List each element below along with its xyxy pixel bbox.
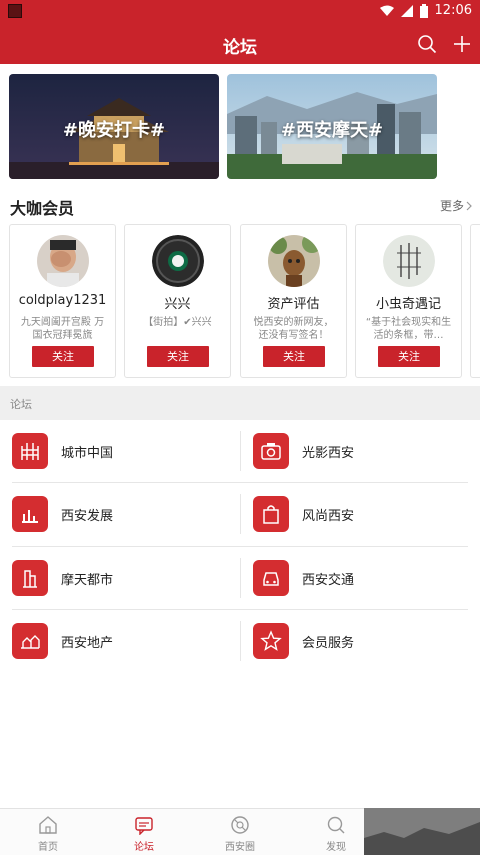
- avatar: [383, 235, 435, 287]
- more-label: 更多: [439, 199, 464, 213]
- building-icon: [12, 623, 48, 659]
- chart-icon: [12, 496, 48, 532]
- follow-button[interactable]: 关注: [32, 346, 94, 367]
- forum-icon: [135, 817, 153, 835]
- avatar: [37, 235, 89, 287]
- status-bar: 12:06: [0, 0, 480, 24]
- member-card[interactable]: 兴兴 【街拍】✔兴兴 关注: [124, 224, 231, 378]
- forum-item-xian-real-estate[interactable]: 西安地产: [0, 610, 230, 672]
- forum-item-label: 城市中国: [61, 445, 114, 461]
- vip-members-section: 大咖会员 更多 coldplay1231 九天阊阖开宫殿 万国衣冠拜冕旒 关注: [0, 188, 480, 386]
- forum-item-label: 西安发展: [61, 508, 114, 524]
- home-icon: [39, 816, 57, 834]
- nav-label: 西安圈: [225, 842, 255, 853]
- banner-goodnight[interactable]: #晚安打卡#: [9, 74, 219, 179]
- member-name: 小虫奇遇记: [375, 297, 441, 312]
- groot-avatar: [268, 235, 320, 287]
- city-icon: [12, 433, 48, 469]
- nav-forum[interactable]: 论坛: [96, 809, 192, 855]
- banner-text: #西安摩天#: [280, 120, 384, 141]
- member-card[interactable]: 小虫奇遇记 “基于社会现实和生活的条框，带… 关注: [355, 224, 462, 378]
- member-name: 资产评估: [267, 297, 320, 312]
- member-desc: 悦西安的新网友，还没有写签名！: [253, 317, 334, 341]
- plus-icon: [454, 36, 470, 52]
- forum-section-label: 论坛: [10, 398, 32, 411]
- member-card[interactable]: coldplay1231 九天阊阖开宫殿 万国衣冠拜冕旒 关注: [9, 224, 116, 378]
- car-icon: [253, 560, 289, 596]
- forum-item-label: 西安交通: [302, 572, 355, 588]
- app-notification-icon: [8, 4, 22, 18]
- member-name: 兴兴: [164, 297, 191, 312]
- follow-button[interactable]: 关注: [378, 346, 440, 367]
- camera-icon: [253, 433, 289, 469]
- member-desc: 九天阊阖开宫殿 万国衣冠拜冕旒: [20, 317, 105, 341]
- search-icon: [418, 35, 437, 54]
- forum-item-label: 会员服务: [302, 635, 355, 651]
- nav-xian-circle[interactable]: 西安圈: [192, 809, 288, 855]
- banner-skyscraper[interactable]: #西安摩天#: [227, 74, 437, 179]
- status-icons: 12:06: [379, 3, 472, 18]
- circle-icon: [231, 816, 249, 834]
- man-photo-avatar: [37, 235, 89, 287]
- page-title: 论坛: [223, 38, 257, 58]
- banner-text: #晚安打卡#: [62, 120, 166, 141]
- forum-item-light-xian[interactable]: 光影西安: [241, 420, 471, 482]
- discover-icon: [327, 816, 345, 834]
- forum-item-label: 摩天都市: [61, 572, 114, 588]
- nav-label: 首页: [38, 842, 58, 853]
- chevron-right-icon: [466, 201, 472, 210]
- forum-item-xian-traffic[interactable]: 西安交通: [241, 547, 471, 609]
- battery-icon: [419, 3, 428, 18]
- forum-item-fashion-xian[interactable]: 风尚西安: [241, 483, 471, 545]
- star-icon: [253, 623, 289, 659]
- nav-home[interactable]: 首页: [0, 809, 96, 855]
- shopping-bag-icon: [253, 496, 289, 532]
- member-name: coldplay1231: [18, 293, 107, 308]
- member-card[interactable]: 资产评估 悦西安的新网友，还没有写签名！ 关注: [240, 224, 347, 378]
- member-card-partial[interactable]: [470, 224, 480, 378]
- app-screen: 12:06 论坛 #晚安打卡# #西安摩天# 大咖会员 更多 coldplay1…: [0, 0, 480, 855]
- section-title: 大咖会员: [10, 199, 75, 218]
- forum-item-skyscraper-city[interactable]: 摩天都市: [0, 547, 230, 609]
- forum-item-label: 风尚西安: [302, 508, 355, 524]
- forum-item-label: 光影西安: [302, 445, 355, 461]
- more-link[interactable]: 更多: [440, 197, 472, 214]
- forum-item-xian-development[interactable]: 西安发展: [0, 483, 230, 545]
- calligraphy-avatar: [383, 235, 435, 287]
- skyscraper-icon: [12, 560, 48, 596]
- follow-button[interactable]: 关注: [147, 346, 209, 367]
- avatar: [152, 235, 204, 287]
- avatar: [268, 235, 320, 287]
- forum-item-city-china[interactable]: 城市中国: [0, 420, 230, 482]
- nav-label: 论坛: [134, 842, 154, 853]
- landscape-thumbnail: [364, 808, 480, 855]
- app-header: 论坛: [0, 24, 480, 64]
- signal-icon: [400, 4, 413, 17]
- forum-section-header: 论坛: [0, 386, 480, 420]
- follow-button[interactable]: 关注: [263, 346, 325, 367]
- add-button[interactable]: [450, 32, 474, 56]
- banner-carousel: #晚安打卡# #西安摩天#: [0, 64, 480, 188]
- search-button[interactable]: [415, 32, 439, 56]
- forum-item-label: 西安地产: [61, 635, 114, 651]
- forum-item-member-service[interactable]: 会员服务: [241, 610, 471, 672]
- member-desc: 【街拍】✔兴兴: [143, 317, 212, 328]
- starbucks-avatar: [152, 235, 204, 287]
- overlay-thumbnail: [364, 808, 480, 855]
- status-time: 12:06: [434, 3, 472, 18]
- member-desc: “基于社会现实和生活的条框，带…: [365, 317, 452, 341]
- wifi-icon: [379, 5, 394, 16]
- forum-grid: 城市中国 光影西安 西安发展 风尚西安 摩天都市 西安交通 西安地产 会员服务: [0, 420, 480, 808]
